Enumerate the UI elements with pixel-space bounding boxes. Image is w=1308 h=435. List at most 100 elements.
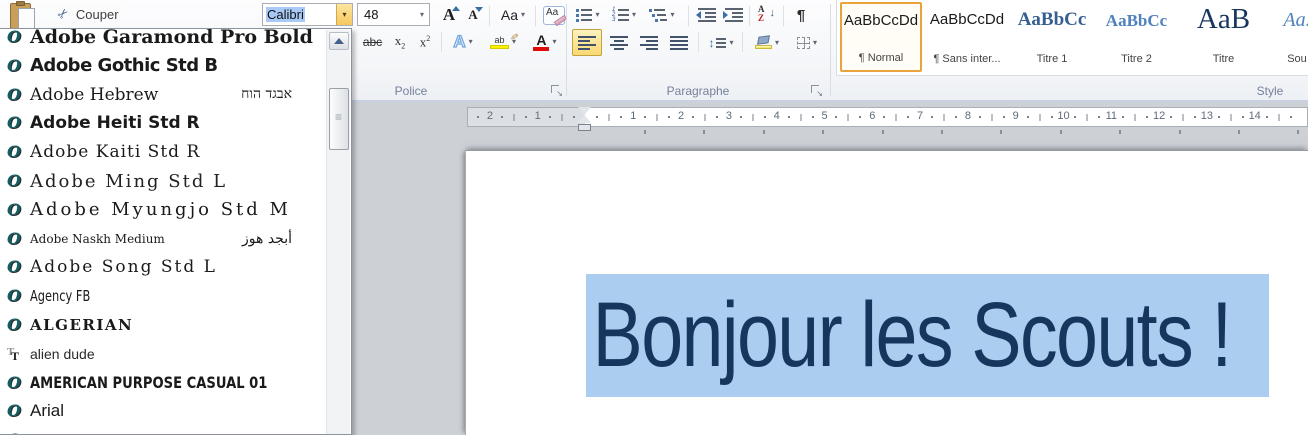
decrease-indent-button[interactable]	[693, 3, 719, 27]
document-page[interactable]: Bonjour les Scouts !	[465, 150, 1308, 435]
font-list-item[interactable]: Adobe Heiti Std R	[0, 109, 324, 137]
ruler-number: 7	[917, 110, 924, 122]
style-item-titre[interactable]: AaB Titre	[1190, 2, 1257, 72]
clipboard-clip-icon	[16, 1, 25, 6]
ruler-number: 3	[725, 110, 732, 122]
ruler-tick	[476, 116, 479, 118]
opentype-icon	[7, 173, 24, 189]
opentype-icon	[7, 87, 24, 103]
scroll-up-button[interactable]	[329, 32, 349, 50]
opentype-icon	[7, 231, 24, 247]
font-list-item[interactable]: Adobe Kaiti Std R	[0, 138, 324, 166]
ruler-tick	[715, 116, 718, 118]
group-divider	[830, 4, 831, 96]
ruler-tick	[692, 116, 695, 118]
font-list-item[interactable]: Arial	[0, 397, 324, 425]
superscript-button[interactable]: x2	[413, 30, 437, 54]
style-label: Sou	[1287, 53, 1307, 65]
font-color-button[interactable]: A ▾	[526, 30, 564, 54]
change-case-button[interactable]: Aa ▾	[494, 3, 532, 27]
divider	[441, 32, 442, 52]
text-effects-button[interactable]: A ▾	[446, 30, 480, 54]
font-name-dropdown-button[interactable]: ▾	[336, 4, 352, 25]
increase-indent-button[interactable]	[720, 3, 746, 27]
opentype-icon	[7, 403, 24, 419]
shading-color-bar	[754, 45, 772, 49]
font-dialog-launcher[interactable]	[550, 84, 563, 98]
highlight-color-bar	[489, 44, 509, 49]
font-size-combo[interactable]: 48 ▾	[357, 3, 430, 26]
font-list-item[interactable]: Adobe Gothic Std B	[0, 52, 324, 80]
ruler-tick	[835, 116, 838, 118]
divider	[535, 6, 536, 26]
align-right-button[interactable]	[634, 29, 664, 56]
numbered-list-button[interactable]: 1 2 3 ▾	[607, 3, 641, 27]
chevron-down-icon: ▾	[342, 9, 347, 19]
paste-button[interactable]	[6, 1, 40, 31]
bullets-button[interactable]: ▾	[572, 3, 604, 27]
font-list-item[interactable]: Adobe Myungjo Std M	[0, 196, 324, 224]
sort-button[interactable]: A Z ↓	[754, 3, 780, 27]
ruler-tick	[644, 116, 647, 118]
font-list-item[interactable]	[0, 426, 324, 434]
cut-button[interactable]: ✂ Couper	[54, 4, 119, 24]
font-name-combo[interactable]: Calibri ▾	[262, 3, 353, 26]
tab-stop-tick	[1119, 130, 1122, 134]
font-list-item[interactable]: Adobe Hebrew אבגד הוח	[0, 81, 324, 109]
ruler-tick	[524, 116, 527, 118]
style-item-t1[interactable]: AaBbCc Titre 1	[1014, 2, 1090, 72]
align-left-button[interactable]	[572, 29, 602, 56]
ruler-tick	[1217, 116, 1220, 118]
style-item-sous[interactable]: Aa. Sou	[1267, 2, 1308, 72]
opentype-icon	[7, 29, 24, 45]
line-spacing-button[interactable]: ↕ ▾	[703, 29, 739, 56]
font-name: Adobe Song Std L	[30, 257, 217, 278]
shrink-font-button[interactable]: A	[462, 3, 484, 27]
chevron-down-icon: ▾	[631, 10, 636, 19]
ruler-tick	[847, 114, 849, 121]
grow-font-button[interactable]: A	[437, 3, 461, 27]
chevron-down-icon: ▾	[521, 10, 526, 19]
scrollbar-thumb[interactable]	[329, 88, 349, 150]
opentype-icon	[7, 375, 24, 391]
font-name: Adobe Myungjo Std M	[30, 199, 291, 221]
style-label: ¶ Sans inter...	[933, 53, 1001, 65]
ruler-tick	[1074, 116, 1077, 118]
divider	[698, 32, 699, 52]
justify-icon	[670, 35, 688, 50]
subscript-glyph: x2	[394, 33, 406, 51]
font-list-item[interactable]: Adobe Garamond Pro Bold	[0, 29, 324, 51]
subscript-button[interactable]: x2	[388, 30, 412, 54]
font-list-item[interactable]: alien dude	[0, 340, 324, 368]
multilevel-list-button[interactable]: ▾	[645, 3, 679, 27]
show-formatting-marks-button[interactable]: ¶	[788, 3, 814, 27]
style-sample: AaBbCc	[1105, 11, 1168, 30]
font-list-item[interactable]: AMERICAN PURPOSE CASUAL 01	[0, 369, 324, 397]
style-item-sans[interactable]: AaBbCcDd ¶ Sans inter...	[925, 2, 1009, 72]
justify-button[interactable]	[664, 29, 694, 56]
ruler-tick	[1026, 116, 1029, 118]
font-list-item[interactable]: Adobe Naskh Medium أبجد هوز	[0, 225, 324, 253]
ruler-tick	[561, 114, 563, 121]
left-indent-marker[interactable]	[578, 124, 591, 131]
style-label: ¶ Normal	[858, 52, 904, 64]
document-text[interactable]: Bonjour les Scouts !	[586, 283, 1233, 388]
style-item-normal[interactable]: AaBbCcDd ¶ Normal	[840, 2, 922, 72]
text-highlight-color-button[interactable]: ab ✎ ▾	[483, 30, 523, 54]
align-center-button[interactable]	[604, 29, 634, 56]
borders-button[interactable]: ▾	[790, 29, 824, 56]
ruler-number: 8	[964, 110, 971, 122]
font-list-item[interactable]: Agency FB	[0, 282, 324, 310]
strikethrough-button[interactable]: abc	[358, 30, 387, 54]
clear-formatting-button[interactable]: Aa	[540, 3, 568, 27]
style-item-t2[interactable]: AaBbCc Titre 2	[1100, 2, 1173, 72]
dropdown-scrollbar[interactable]	[326, 30, 350, 434]
font-list-item[interactable]: Adobe Ming Std L	[0, 167, 324, 195]
horizontal-ruler[interactable]: 1 2 3 4 5 6 7 8 9 10 11 12 13 14 2 1	[467, 107, 1308, 127]
ruler-tick	[1193, 116, 1196, 118]
paragraph-dialog-launcher[interactable]	[810, 84, 823, 98]
shading-button[interactable]: ▾	[747, 29, 787, 56]
font-list-item[interactable]: Adobe Song Std L	[0, 253, 324, 281]
ruler-number: 9	[1012, 110, 1019, 122]
font-list-item[interactable]: ALGERIAN	[0, 311, 324, 339]
